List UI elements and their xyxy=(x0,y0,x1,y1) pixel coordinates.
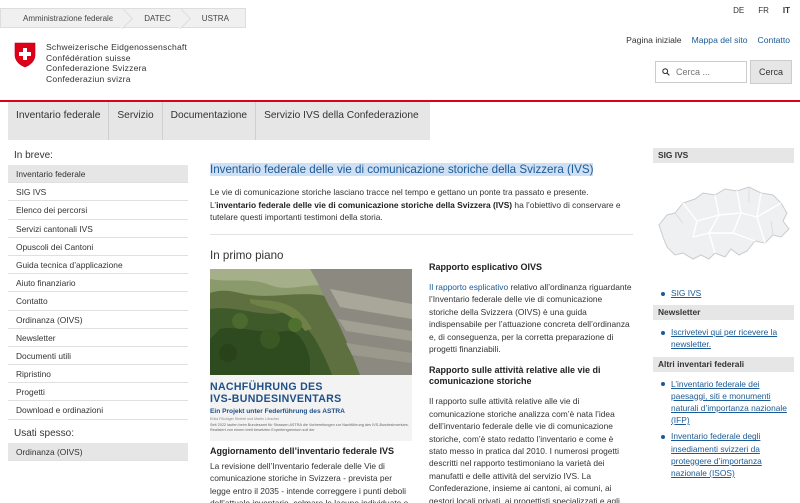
sidebar-item-opuscoli[interactable]: Opuscoli dei Cantoni xyxy=(8,237,188,256)
sidebar-item-servizi-cantonali[interactable]: Servizi cantonali IVS xyxy=(8,219,188,238)
sidebar-item-progetti[interactable]: Progetti xyxy=(8,383,188,402)
nav-documentazione[interactable]: Documentazione xyxy=(163,102,257,140)
sidebar-item-contatto[interactable]: Contatto xyxy=(8,292,188,311)
intro-bold: inventario federale delle vie di comunic… xyxy=(216,199,513,210)
sidebar-item-sig-ivs[interactable]: SIG IVS xyxy=(8,183,188,202)
service-link-home[interactable]: Pagina iniziale xyxy=(626,35,681,45)
logo-text: Schweizerische Eidgenossenschaft Confédé… xyxy=(46,42,187,84)
sig-ivs-links: SIG IVS xyxy=(653,281,794,305)
main-content: Inventario federale delle vie di comunic… xyxy=(210,163,633,503)
lang-it[interactable]: IT xyxy=(783,6,790,15)
doc-body: Seit 2022 laufen beim Bundesamt für Stra… xyxy=(210,423,409,432)
newsletter-links: Iscrivetevi qui per ricevere la newslett… xyxy=(653,320,794,356)
box-title-altri-inventari: Altri inventari federali xyxy=(653,356,794,372)
sidebar-item-elenco-percorsi[interactable]: Elenco dei percorsi xyxy=(8,201,188,220)
sidebar-item-guida-tecnica[interactable]: Guida tecnica d’applicazione xyxy=(8,255,188,275)
sidebar-item-ripristino[interactable]: Ripristino xyxy=(8,365,188,384)
sidebar-title-breve: In breve: xyxy=(14,150,53,161)
service-navigation: Pagina iniziale Mappa del sito Contatto xyxy=(626,35,790,45)
text-rapporto-attivita: Il rapporto sulle attività relative alle… xyxy=(429,396,620,503)
service-link-sitemap[interactable]: Mappa del sito xyxy=(692,35,748,45)
content-right-column: Rapporto esplicativo OIVS Il rapporto es… xyxy=(429,262,633,503)
link-inventario-isos[interactable]: Inventario federale degli insediamenti s… xyxy=(661,430,794,479)
search-icon xyxy=(662,68,670,76)
heading-rapporto-attivita: Rapporto sulle attività relative alle vi… xyxy=(429,365,601,387)
sidebar-title-spesso: Usati spesso: xyxy=(14,427,75,439)
search-box xyxy=(655,61,747,83)
main-navigation: Inventario federale Servizio Documentazi… xyxy=(8,102,430,140)
sidebar-item-ordinanza[interactable]: Ordinanza (OIVS) xyxy=(8,310,188,329)
switzerland-map[interactable] xyxy=(653,163,794,281)
doc-heading-line-2: IVS-BUNDESINVENTARS xyxy=(210,393,342,405)
sidebar-list-spesso: Ordinanza (OIVS) xyxy=(8,442,188,461)
sidebar-item-ordinanza-spesso[interactable]: Ordinanza (OIVS) xyxy=(8,442,188,461)
lang-de[interactable]: DE xyxy=(733,6,744,15)
right-sidebar: SIG IVS SIG IVS Newsletter Iscrivetevi q… xyxy=(653,148,794,489)
nav-inventario-federale[interactable]: Inventario federale xyxy=(8,102,110,140)
altri-inventari-links: L’inventario federale dei paesaggi, siti… xyxy=(653,372,794,490)
search-button[interactable]: Cerca xyxy=(750,60,792,84)
doc-subheading: Ein Projekt unter Federführung des ASTRA xyxy=(210,408,345,415)
section-title-primo-piano: In primo piano xyxy=(210,249,284,262)
sidebar-list-breve: Inventario federale SIG IVS Elenco dei p… xyxy=(8,165,188,420)
intro-paragraph-2: L’inventario federale delle vie di comun… xyxy=(210,199,633,224)
logo-line-fr: Confédération suisse xyxy=(46,52,131,63)
logo-line-de: Schweizerische Eidgenossenschaft xyxy=(46,42,188,52)
text-rapporto-esplicativo: Il rapporto esplicativo relativo all’ord… xyxy=(429,281,633,355)
teaser-document-preview[interactable]: NACHFÜHRUNG DES IVS-BUNDESINVENTARS Ein … xyxy=(210,375,412,441)
link-inventario-ifp[interactable]: L’inventario federale dei paesaggi, siti… xyxy=(661,378,794,427)
intro-text: Le vie di comunicazione storiche lascian… xyxy=(210,186,633,224)
sidebar-item-newsletter[interactable]: Newsletter xyxy=(8,328,188,347)
box-title-sig-ivs: SIG IVS xyxy=(653,148,794,163)
search-input[interactable] xyxy=(676,67,746,77)
box-title-newsletter: Newsletter xyxy=(653,305,794,321)
heading-rapporto-esplicativo: Rapporto esplicativo OIVS xyxy=(429,262,543,272)
logo-line-rm: Confederaziun svizra xyxy=(46,73,131,84)
content-divider xyxy=(210,233,633,235)
link-newsletter-subscribe[interactable]: Iscrivetevi qui per ricevere la newslett… xyxy=(661,326,794,350)
nav-servizio-ivs[interactable]: Servizio IVS della Confederazione xyxy=(256,102,427,140)
switzerland-map-icon xyxy=(658,186,790,260)
mountain-path-image xyxy=(210,269,412,375)
doc-heading-line-1: NACHFÜHRUNG DES xyxy=(210,381,323,393)
link-sig-ivs[interactable]: SIG IVS xyxy=(661,287,794,299)
service-link-contact[interactable]: Contatto xyxy=(758,35,791,45)
intro-paragraph-1: Le vie di comunicazione storiche lascian… xyxy=(210,187,589,197)
doc-authors: Erika Flückiger Strebel und Martin Lörsc… xyxy=(210,417,280,421)
teaser-text-aggiornamento: La revisione dell’Inventario federale de… xyxy=(210,461,408,503)
sidebar-item-documenti-utili[interactable]: Documenti utili xyxy=(8,346,188,366)
sidebar-item-download[interactable]: Download e ordinazioni xyxy=(8,401,188,420)
sidebar-item-inventario-federale[interactable]: Inventario federale xyxy=(8,165,188,184)
left-sidebar: In breve: Inventario federale SIG IVS El… xyxy=(8,148,188,461)
federal-logo[interactable]: Schweizerische Eidgenossenschaft Confédé… xyxy=(14,42,187,84)
teaser-title-aggiornamento[interactable]: Aggiornamento dell’inventario federale I… xyxy=(210,446,394,456)
breadcrumb: Amministrazione federale DATEC USTRA xyxy=(0,8,246,28)
language-switcher: DE FR IT xyxy=(733,6,790,15)
rapporto-esplicativo-body: relativo all’ordinanza riguardante l’Inv… xyxy=(429,282,632,355)
breadcrumb-item-amministrazione[interactable]: Amministrazione federale xyxy=(0,8,124,28)
lang-fr[interactable]: FR xyxy=(758,6,769,15)
logo-line-it: Confederazione Svizzera xyxy=(46,63,147,74)
swiss-shield-icon xyxy=(14,42,36,68)
link-rapporto-esplicativo[interactable]: Il rapporto esplicativo xyxy=(429,282,508,292)
sidebar-item-aiuto-finanziario[interactable]: Aiuto finanziario xyxy=(8,274,188,293)
page-title: Inventario federale delle vie di comunic… xyxy=(210,163,594,176)
teaser-image-mountain[interactable] xyxy=(210,269,412,375)
nav-servizio[interactable]: Servizio xyxy=(109,102,163,140)
